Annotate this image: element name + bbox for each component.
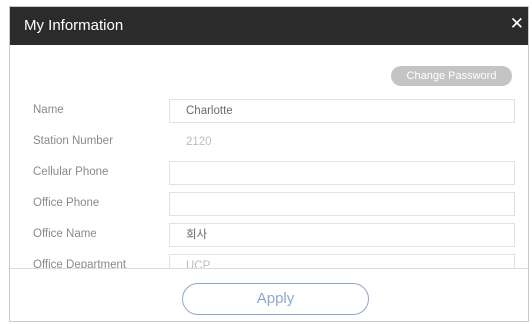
office-phone-label: Office Phone <box>33 197 100 209</box>
name-label: Name <box>33 104 64 116</box>
office-phone-field[interactable] <box>169 192 515 216</box>
row-cellular-phone: Cellular Phone <box>10 158 528 189</box>
office-name-field[interactable]: 회사 <box>169 223 515 247</box>
office-name-label: Office Name <box>33 228 97 240</box>
information-form: Name Charlotte Station Number 2120 Cellu… <box>10 96 528 268</box>
dialog-title: My Information <box>24 17 124 34</box>
dialog-titlebar: My Information ✕ <box>10 7 528 45</box>
my-information-dialog: My Information ✕ Change Password Name Ch… <box>9 6 529 322</box>
row-office-department: Office Department UCP <box>10 251 528 268</box>
row-name: Name Charlotte <box>10 96 528 127</box>
apply-button[interactable]: Apply <box>182 283 369 315</box>
office-department-label: Office Department <box>33 259 127 268</box>
row-office-name: Office Name 회사 <box>10 220 528 251</box>
change-password-button[interactable]: Change Password <box>391 66 512 86</box>
row-station-number: Station Number 2120 <box>10 127 528 158</box>
station-number-label: Station Number <box>33 135 113 147</box>
station-number-value: 2120 <box>169 130 515 154</box>
footer-divider <box>10 268 528 269</box>
row-office-phone: Office Phone <box>10 189 528 220</box>
name-field[interactable]: Charlotte <box>169 99 515 123</box>
cellular-phone-label: Cellular Phone <box>33 166 109 178</box>
cellular-phone-field[interactable] <box>169 161 515 185</box>
office-department-field[interactable]: UCP <box>169 254 515 268</box>
close-icon[interactable]: ✕ <box>510 14 524 34</box>
